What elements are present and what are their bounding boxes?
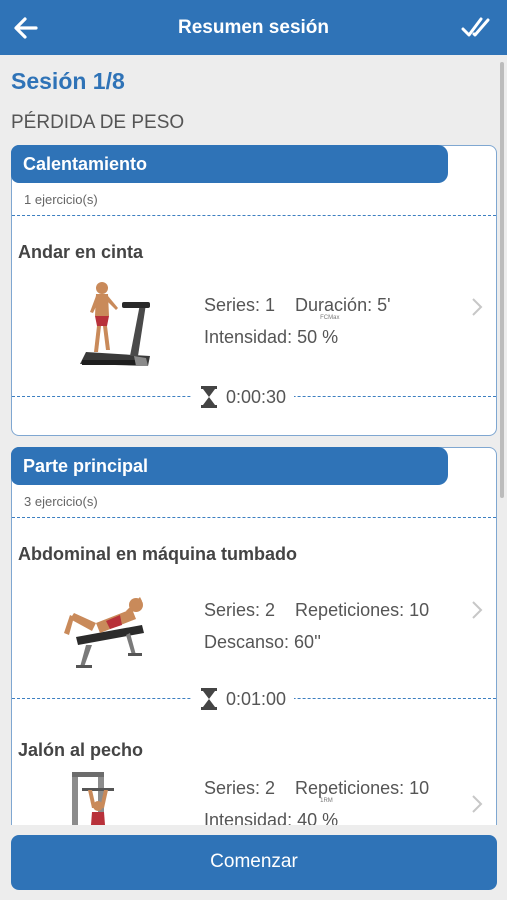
rest-time-value: 0:01:00 (226, 688, 287, 709)
exercise-count: 3 ejercicio(s) (24, 494, 98, 509)
divider (12, 215, 496, 216)
app-bar: Resumen sesión (0, 0, 507, 55)
lat-pulldown-exercise-image (72, 772, 114, 825)
intensity-unit: 1RM% (320, 798, 339, 825)
intensity-value: Intensidad: 40 (204, 810, 318, 825)
chevron-right-icon[interactable] (470, 794, 484, 814)
intensity-unit-reference: 1RM (320, 798, 333, 804)
session-scroll-area[interactable]: Sesión 1/8 PÉRDIDA DE PESO Calentamiento… (0, 55, 507, 825)
exercise-name: Jalón al pecho (18, 740, 144, 760)
exercise-rest-info: Descanso: 60'' (204, 632, 321, 652)
double-check-icon[interactable] (461, 13, 491, 43)
chevron-right-icon[interactable] (470, 600, 484, 620)
screen-title: Resumen sesión (178, 17, 329, 38)
block-header-main: Parte principal (11, 447, 448, 485)
series-value: Series: 1 (204, 295, 276, 315)
exercise-name: Andar en cinta (18, 242, 144, 262)
chevron-right-icon[interactable] (470, 297, 484, 317)
exercise-count: 1 ejercicio(s) (24, 192, 98, 207)
series-value: Series: 2 (204, 778, 276, 798)
divider (12, 517, 496, 518)
session-number: Sesión 1/8 (11, 68, 125, 94)
hourglass-icon (201, 386, 217, 408)
duration-value: Duración: 5' (295, 295, 391, 315)
start-button[interactable]: Comenzar (11, 835, 497, 890)
intensity-value: Intensidad: 50 (204, 327, 318, 347)
intensity-unit: FCMax% (320, 315, 340, 347)
exercise-intensity: Intensidad: 50 FCMax% (204, 315, 340, 348)
block-card-warmup: Calentamiento 1 ejercicio(s) Andar en ci… (11, 145, 497, 436)
treadmill-exercise-image (80, 282, 150, 366)
rest-time: 0:01:00 (192, 687, 295, 711)
hourglass-icon (201, 688, 217, 710)
rest-time: 0:00:30 (192, 385, 295, 409)
exercise-series-duration: Series: 1 Duración: 5' (204, 295, 391, 316)
block-card-main: Parte principal 3 ejercicio(s) Abdominal… (11, 447, 497, 825)
block-header-warmup: Calentamiento (11, 145, 448, 183)
series-value: Series: 2 (204, 600, 276, 620)
reps-value: Repeticiones: 10 (295, 600, 430, 620)
rest-time-value: 0:00:30 (226, 386, 287, 407)
intensity-unit-reference: FCMax (320, 315, 340, 321)
reps-value: Repeticiones: 10 (295, 778, 430, 798)
exercise-series-reps: Series: 2 Repeticiones: 10 (204, 778, 429, 799)
exercise-intensity: Intensidad: 40 1RM% (204, 798, 339, 825)
exercise-name: Abdominal en máquina tumbado (18, 544, 298, 564)
exercise-series-reps: Series: 2 Repeticiones: 10 (204, 600, 429, 621)
scrollbar[interactable] (500, 62, 504, 498)
session-objective: PÉRDIDA DE PESO (11, 112, 185, 133)
crunch-machine-exercise-image (64, 597, 144, 668)
